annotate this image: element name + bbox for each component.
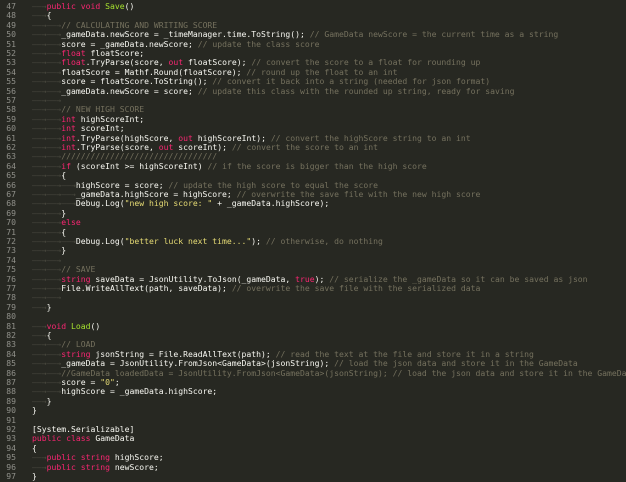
token-t: }	[61, 245, 67, 256]
code-line[interactable]: 64 ——→——→if (scoreInt >= highScoreInt) //…	[0, 160, 626, 171]
token-t: highScore = _gameData.highScore;	[61, 386, 218, 397]
code-text[interactable]: ——→public string newScore;	[32, 461, 159, 472]
token-cm: // overwrite the save file with the seri…	[231, 283, 481, 293]
token-cm: // otherwise, do nothing	[265, 236, 383, 246]
code-line[interactable]: 72 ——→——→——→Debug.Log("better luck next t…	[0, 236, 626, 246]
token-t: }	[32, 405, 37, 416]
token-cm: // if the score is bigger than the high …	[207, 160, 427, 171]
code-line[interactable]: 97}	[0, 471, 626, 481]
token-kw: public	[46, 461, 81, 472]
token-str: "better luck next time..."	[124, 236, 252, 246]
token-t: }	[46, 395, 52, 406]
token-kw: string	[80, 461, 115, 472]
token-t: }	[46, 301, 52, 312]
code-text[interactable]: }	[32, 471, 37, 481]
code-line[interactable]: 90}	[0, 405, 626, 416]
code-text[interactable]: ——→——→——→Debug.Log("better luck next tim…	[32, 236, 383, 246]
token-t: File.WriteAllText(path, saveData);	[61, 283, 232, 293]
code-text[interactable]: ——→——→//GameData loadedData = JsonUtilit…	[32, 367, 626, 378]
code-line[interactable]: 69 ——→——→}	[0, 208, 626, 218]
token-fn: Save	[105, 1, 125, 11]
code-line[interactable]: 70 ——→——→else	[0, 217, 626, 227]
token-t: ()	[124, 1, 135, 11]
code-line[interactable]: 81 ——→void Load()	[0, 320, 626, 331]
token-fn: Load	[71, 320, 91, 331]
code-text[interactable]: public class GameData	[32, 434, 134, 443]
code-line[interactable]: 78 ——→——→	[0, 292, 626, 302]
code-text[interactable]: ——→}	[32, 301, 52, 312]
token-t: }	[32, 471, 37, 481]
token-str: "new high score: "	[124, 198, 213, 209]
token-t: _gameData.newScore = score;	[61, 85, 198, 96]
token-kw: public	[46, 1, 81, 11]
token-t: + _gameData.highScore);	[212, 198, 330, 209]
code-line[interactable]: 79 ——→}	[0, 301, 626, 312]
code-text[interactable]: ——→——→——→Debug.Log("new high score: " + …	[32, 199, 329, 208]
code-text[interactable]: ——→——→File.WriteAllText(path, saveData);…	[32, 283, 481, 293]
code-editor[interactable]: 47 ——→public void Save() 48 ——→{49 ——→——→// …	[0, 0, 626, 482]
token-t: newScore;	[114, 461, 159, 472]
code-line[interactable]: 88 ——→——→highScore = _gameData.highScore;	[0, 386, 626, 396]
code-line[interactable]: 77 ——→——→File.WriteAllText(path, saveData…	[0, 283, 626, 293]
token-cm: //GameData loadedData = JsonUtility.From…	[61, 367, 626, 378]
line-number: 97	[6, 471, 16, 481]
token-cm: // update this class with the rounded up…	[197, 85, 515, 96]
token-t: );	[251, 236, 266, 246]
code-line[interactable]: 89 ——→}	[0, 395, 626, 406]
code-line[interactable]: 96 ——→public string newScore;	[0, 461, 626, 472]
token-t: GameData	[95, 433, 135, 444]
indent-whitespace-marker: ——→	[32, 301, 47, 312]
code-text[interactable]: ——→——→highScore = _gameData.highScore;	[32, 387, 217, 396]
token-cm: // GameData newScore = the current time …	[309, 29, 559, 40]
code-line[interactable]: 56 ——→——→_gameData.newScore = score; // u…	[0, 85, 626, 96]
code-line[interactable]: 93 public class GameData	[0, 433, 626, 443]
code-text[interactable]: ——→——→_gameData.newScore = score; // upd…	[32, 85, 515, 96]
code-line[interactable]: 68 ——→——→——→Debug.Log("new high score: " …	[0, 198, 626, 208]
token-t: ()	[90, 320, 101, 331]
token-kw: public	[32, 433, 67, 444]
code-line[interactable]: 73 ——→——→}	[0, 245, 626, 256]
token-cm: // update the class score	[197, 38, 320, 49]
code-text[interactable]: ——→——→if (scoreInt >= highScoreInt) // i…	[32, 160, 427, 171]
token-t: Debug.Log(	[75, 236, 125, 246]
code-text[interactable]: }	[32, 405, 37, 416]
token-kw: void	[80, 1, 106, 11]
code-line[interactable]: 47 ——→public void Save()	[0, 1, 626, 11]
token-kw: class	[66, 433, 96, 444]
token-cm: // convert the score to an int	[231, 142, 379, 152]
token-t: (scoreInt >= highScoreInt)	[75, 160, 208, 171]
token-t: Debug.Log(	[75, 198, 125, 209]
